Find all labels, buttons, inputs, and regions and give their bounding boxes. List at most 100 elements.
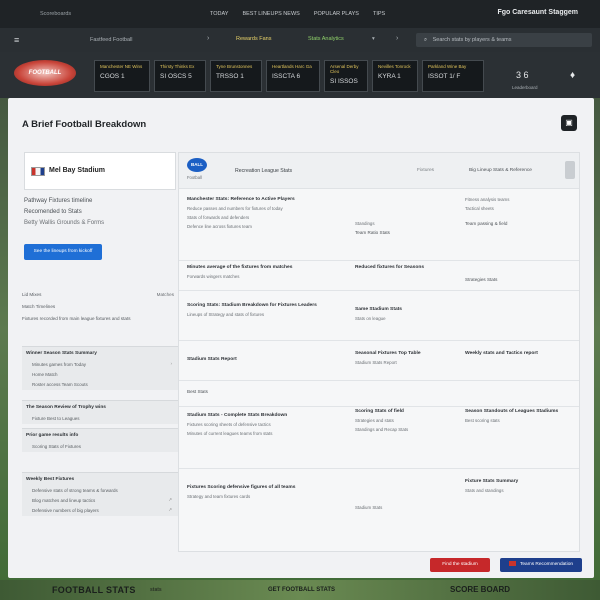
section-item-label: Defensive stats of strong teams & forwar… [32, 488, 118, 493]
left-section: Prior game results info Scoring Stats of… [22, 428, 178, 452]
score-card[interactable]: Arsenal Derby Cleo SI ISSOS [324, 60, 368, 92]
stats-heading[interactable]: Scoring Stats: Stadium Breakdown for Fix… [187, 303, 349, 308]
info-line: Pathway Fixtures timeline [24, 198, 93, 204]
page-title: A Brief Football Breakdown [22, 119, 147, 130]
score-card-team: Tyne Brunstonnes [216, 64, 253, 69]
stats-heading[interactable]: Minutes average of the fixtures from mat… [187, 265, 349, 270]
score-card[interactable]: Tyne Brunstonnes TRSSO 1 [210, 60, 262, 92]
score-card[interactable]: Parkland Wine Bay ISSOT 1/ F [422, 60, 484, 92]
section-item[interactable]: Defensive numbers of big players ↗ [22, 506, 178, 516]
stats-col: Reduced fixtures for Seasons [355, 265, 459, 274]
stats-heading[interactable]: Reduced fixtures for Seasons [355, 265, 459, 270]
stadium-card[interactable]: Mel Bay Stadium [24, 152, 176, 190]
stats-text[interactable]: Best Stats [187, 389, 349, 394]
top-link-3[interactable]: TIPS [373, 11, 385, 17]
stats-heading[interactable]: Seasonal Fixtures Top Table [355, 351, 459, 356]
score-card[interactable]: Nevilles Tonrock KYRA 1 [372, 60, 418, 92]
nav-pill-stats[interactable]: Stats Analytics [308, 36, 344, 42]
stats-row: Scoring Stats: Stadium Breakdown for Fix… [179, 291, 579, 341]
stats-heading[interactable]: Weekly stats and Tactics report [465, 351, 577, 356]
footer-banner: FOOTBALL STATS stats GET FOOTBALL STATS … [0, 580, 600, 600]
footer-brand[interactable]: SCORE BOARD [450, 585, 510, 594]
section-item[interactable]: Fixture Best to Leagues [22, 414, 178, 424]
see-lineups-button[interactable]: See the lineups from kickoff [24, 244, 102, 260]
score-card[interactable]: Thirsty Thinks Ex SI OSCS 5 [154, 60, 206, 92]
score-card[interactable]: Heartlands Harc Ga ISSCTA 6 [266, 60, 320, 92]
score-card-team: Arsenal Derby Cleo [330, 64, 359, 74]
section-item[interactable]: Scoring Stats of Fixtures [22, 442, 178, 452]
section-heading[interactable]: The Season Review of Trophy wins [22, 401, 178, 414]
section-item[interactable]: Blog matches and lineup tactics ↗ [22, 496, 178, 506]
stats-heading[interactable]: Manchester Stats: Reference to Active Pl… [187, 197, 349, 202]
score-card[interactable]: Manchester NE Wins CGOS 1 [94, 60, 150, 92]
site-name[interactable]: Fastfeed Football [90, 37, 133, 43]
shield-icon[interactable]: ♦ [570, 70, 575, 81]
stats-text: Stadium Stats [355, 505, 383, 510]
search-input[interactable]: ⌕ Search stats by players & teams [416, 33, 592, 47]
nav-dropdown-icon[interactable]: ▾ [372, 36, 375, 42]
stats-heading[interactable]: Stadium Stats - Complete Stats Breakdown [187, 413, 349, 418]
stats-heading[interactable]: Scoring Stats of field [355, 409, 459, 414]
section-item[interactable]: Minutes games from Today › [22, 360, 178, 370]
flag-icon [31, 167, 45, 176]
list-item-label: Lid Mixes [22, 292, 42, 297]
stats-row: Fixtures Scoring defensive figures of al… [179, 469, 579, 529]
stats-col: Fitness analysis teams Tactical sheets T… [465, 197, 577, 230]
section-heading[interactable]: Prior game results info [22, 429, 178, 442]
list-item[interactable]: Match Timelines [22, 304, 178, 316]
find-stadium-button[interactable]: Find the stadium [430, 558, 490, 572]
stadium-info: Pathway Fixtures timeline Recomended to … [24, 198, 174, 231]
menu-icon[interactable]: ≡ [14, 35, 19, 45]
top-brand-link[interactable]: Scoreboards [40, 11, 71, 17]
stats-heading[interactable]: Stadium Stats Report [187, 357, 349, 362]
section-heading[interactable]: Winner Season Stats Summary [22, 347, 178, 360]
stats-col: Minutes average of the fixtures from mat… [187, 265, 349, 283]
stats-heading[interactable]: Fixtures Scoring defensive figures of al… [187, 485, 349, 490]
score-card-score: SI ISSOS [330, 78, 358, 85]
stats-card-link[interactable]: Big Lineup Stats & Reference [469, 168, 532, 173]
site-logo[interactable]: FOOTBALL [14, 60, 76, 86]
stats-text: Stats of forwards and defenders [187, 215, 250, 220]
top-link-1[interactable]: BEST LINEUPS NEWS [242, 11, 299, 17]
footer-logo[interactable]: FOOTBALL STATS [52, 585, 136, 595]
club-logo[interactable]: BALL [187, 158, 207, 172]
section-item-label: Blog matches and lineup tactics [32, 498, 96, 503]
stats-text: Defence line across fixtures team [187, 224, 252, 229]
list-item-label: Match Timelines [22, 304, 56, 309]
stats-text: Team Ratio Stats [355, 230, 390, 235]
stats-text: Strategy and team fixtures cards [187, 494, 251, 499]
list-item[interactable]: Lid Mixes Matches [22, 292, 178, 304]
flag-icon [508, 561, 516, 567]
stats-card-tab[interactable]: Fixtures [417, 168, 434, 173]
scroll-handle[interactable] [565, 161, 575, 179]
stats-text: Team passing & field [465, 221, 508, 226]
stats-heading[interactable]: Season Standouts of Leagues Stadiums [465, 409, 577, 414]
footer-cta[interactable]: GET FOOTBALL STATS [268, 587, 335, 593]
stats-text: Lineups of Strategy and stats of fixture… [187, 312, 265, 317]
stats-col: Scoring Stats of field Strategies and st… [355, 409, 459, 436]
mini-score-label[interactable]: Leaderboard [512, 85, 538, 90]
nav-pill-rewards[interactable]: Rewards Fans [236, 36, 271, 42]
stats-heading[interactable]: Fixture Stats Summary [465, 479, 577, 484]
stats-card-title: Recreation League Stats [235, 168, 293, 174]
list-item-value: Matches [156, 292, 174, 297]
stats-col: Standings Team Ratio Stats [355, 221, 459, 239]
chevron-right-icon: ↗ [168, 497, 172, 502]
bookmark-button[interactable]: ▣ [561, 115, 577, 131]
stats-text: Strategies Stats [465, 277, 498, 282]
top-right-link[interactable]: Fgo Caresaunt Staggem [497, 9, 578, 16]
top-link-0[interactable]: TODAY [210, 11, 228, 17]
chevron-down-icon[interactable]: › [207, 35, 209, 42]
section-heading[interactable]: Weekly Best Fixtures [22, 473, 178, 486]
info-link[interactable]: Betty Wallis Grounds & Forms [24, 220, 174, 226]
section-item-label: Home Match [32, 372, 58, 377]
stats-heading[interactable]: Same Stadium Stats [355, 307, 459, 312]
section-item[interactable]: Home Match [22, 370, 178, 380]
nav-next-icon[interactable]: › [396, 35, 398, 42]
section-item[interactable]: Defensive stats of strong teams & forwar… [22, 486, 178, 496]
teams-recommendation-button[interactable]: Teams Recommendation [500, 558, 582, 572]
section-item[interactable]: Roster access Team Scouts [22, 380, 178, 390]
stats-text: Stats on league [355, 316, 386, 321]
list-item[interactable]: Fixtures recorded from main league fixtu… [22, 316, 178, 328]
top-link-2[interactable]: POPULAR PLAYS [314, 11, 359, 17]
